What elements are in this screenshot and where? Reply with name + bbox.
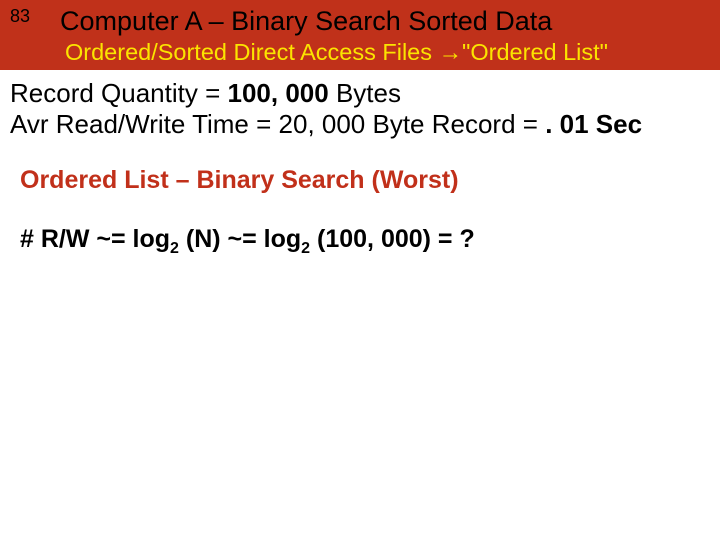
subtitle-pre: Ordered/Sorted Direct Access Files (65, 39, 439, 65)
formula-mid2: (100, 000) = ? (310, 225, 475, 253)
slide-title: Computer A – Binary Search Sorted Data (60, 6, 552, 37)
slide-body: Record Quantity = 100, 000 Bytes Avr Rea… (0, 70, 720, 258)
formula-pre: # R/W ~= log (20, 225, 170, 253)
slide-header: 83 Computer A – Binary Search Sorted Dat… (0, 0, 720, 70)
slide-subtitle: Ordered/Sorted Direct Access Files →"Ord… (65, 39, 710, 66)
header-top-row: 83 Computer A – Binary Search Sorted Dat… (10, 6, 710, 37)
formula-line: # R/W ~= log2 (N) ~= log2 (100, 000) = ? (20, 225, 706, 258)
section-title: Ordered List – Binary Search (Worst) (20, 166, 706, 195)
read-write-time-line: Avr Read/Write Time = 20, 000 Byte Recor… (10, 109, 706, 140)
arrow-icon: → (439, 39, 463, 65)
record-qty-label: Record Quantity = (10, 78, 228, 108)
record-qty-value: 100, 000 (228, 78, 329, 108)
formula-sub2: 2 (301, 240, 310, 257)
rw-time-value: . 01 Sec (545, 109, 642, 139)
formula-mid1: (N) ~= log (179, 225, 301, 253)
formula-sub1: 2 (170, 240, 179, 257)
slide-number: 83 (10, 6, 30, 27)
subtitle-post: "Ordered List" (462, 39, 608, 65)
rw-time-label: Avr Read/Write Time = 20, 000 Byte Recor… (10, 109, 545, 139)
record-qty-unit: Bytes (329, 78, 401, 108)
record-quantity-line: Record Quantity = 100, 000 Bytes (10, 78, 706, 109)
